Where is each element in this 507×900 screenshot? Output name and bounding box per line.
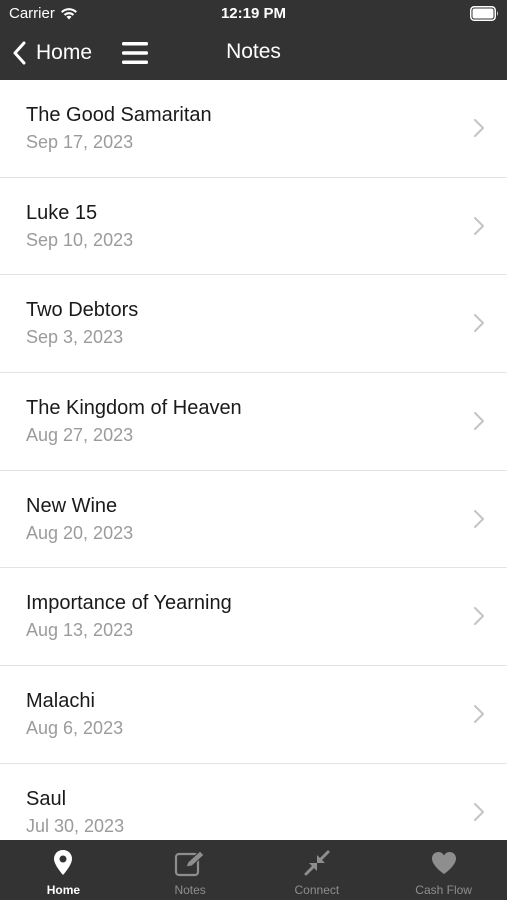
tab-label: Cash Flow (415, 883, 472, 897)
note-title: Two Debtors (26, 299, 139, 322)
chevron-right-icon (474, 314, 484, 333)
notes-list: The Good Samaritan Sep 17, 2023 Luke 15 … (0, 80, 507, 840)
clock: 12:19 PM (220, 5, 287, 22)
note-date: Sep 10, 2023 (26, 229, 134, 250)
heart-icon (428, 849, 460, 877)
note-title: The Good Samaritan (26, 104, 212, 126)
note-item[interactable]: The Good Samaritan Sep 17, 2023 (0, 80, 507, 178)
note-date: Aug 27, 2023 (26, 425, 134, 446)
chevron-right-icon (474, 607, 484, 626)
tab-label: Connect (294, 883, 340, 897)
tab-home[interactable]: Home (0, 840, 127, 900)
chevron-right-icon (474, 509, 484, 528)
tab-bar: Home Notes Connect Cash Flow (0, 840, 507, 900)
chevron-right-icon (474, 802, 484, 821)
page-title: Notes (226, 40, 281, 63)
edit-note-icon (174, 849, 206, 877)
tab-label: Home (46, 883, 81, 897)
note-item[interactable]: The Kingdom of Heaven Aug 27, 2023 (0, 373, 507, 471)
chevron-right-icon (474, 705, 484, 724)
note-date: Sep 17, 2023 (26, 132, 134, 152)
battery-icon (470, 6, 498, 21)
chevron-right-icon (474, 216, 484, 235)
note-item[interactable]: New Wine Aug 20, 2023 (0, 471, 507, 569)
note-item[interactable]: Saul Jul 30, 2023 (0, 764, 507, 840)
connect-arrows-icon (301, 849, 333, 877)
chevron-right-icon (474, 119, 484, 137)
note-date: Sep 3, 2023 (26, 327, 124, 348)
navigation-bar: Home Notes (0, 27, 507, 80)
note-title: The Kingdom of Heaven (26, 397, 242, 420)
note-title: Importance of Yearning (26, 592, 232, 615)
status-bar: Carrier 12:19 PM (0, 0, 507, 27)
note-item[interactable]: Two Debtors Sep 3, 2023 (0, 275, 507, 374)
tab-connect[interactable]: Connect (254, 840, 381, 900)
note-date: Jul 30, 2023 (26, 815, 125, 836)
note-date: Aug 20, 2023 (26, 522, 134, 543)
map-pin-icon (47, 849, 79, 877)
note-date: Aug 13, 2023 (26, 620, 134, 641)
note-item[interactable]: Luke 15 Sep 10, 2023 (0, 178, 507, 276)
tab-label: Notes (174, 883, 206, 897)
note-title: New Wine (26, 494, 118, 517)
note-item[interactable]: Malachi Aug 6, 2023 (0, 666, 507, 764)
note-title: Saul (26, 787, 67, 810)
note-title: Luke 15 (26, 201, 98, 224)
chevron-right-icon (474, 412, 484, 431)
tab-cash-flow[interactable]: Cash Flow (380, 840, 507, 900)
note-date: Aug 6, 2023 (26, 718, 124, 739)
note-item[interactable]: Importance of Yearning Aug 13, 2023 (0, 568, 507, 667)
note-title: Malachi (26, 690, 95, 713)
tab-notes[interactable]: Notes (127, 840, 254, 900)
